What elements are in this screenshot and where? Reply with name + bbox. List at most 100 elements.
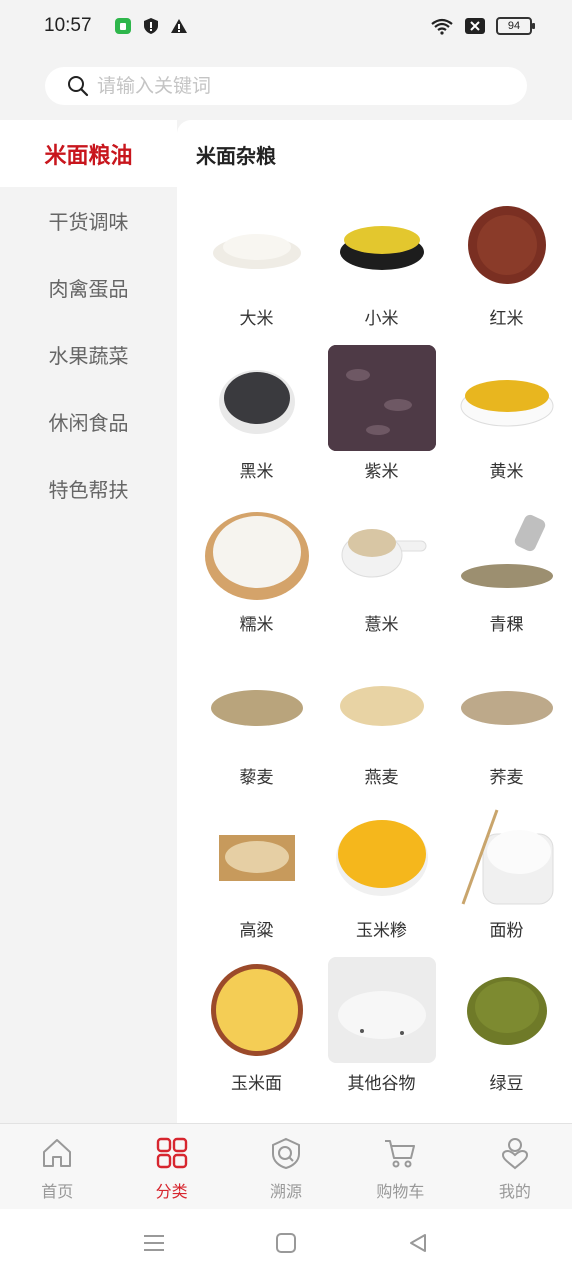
product-item[interactable]: 面粉 (444, 804, 569, 957)
status-bar: 10:57 94 (0, 0, 572, 52)
section-title: 米面杂粮 (196, 144, 276, 168)
search-input[interactable] (97, 75, 457, 97)
search-bar[interactable] (45, 67, 527, 105)
trace-icon (269, 1136, 303, 1174)
product-name: 红米 (489, 309, 524, 329)
product-item[interactable]: 薏米 (319, 498, 444, 651)
product-image (453, 345, 561, 451)
product-name: 绿豆 (489, 1074, 524, 1094)
product-name: 糯米 (239, 615, 274, 635)
sidebar-item-label: 水果蔬菜 (48, 344, 129, 368)
product-name: 紫米 (364, 462, 399, 482)
product-name: 玉米糁 (356, 921, 407, 941)
sidebar-item-special-aid[interactable]: 特色帮扶 (0, 455, 177, 522)
sidebar-item-label: 休闲食品 (48, 411, 129, 435)
sidebar-item-label: 特色帮扶 (48, 478, 129, 502)
product-image (453, 957, 561, 1063)
product-image (328, 804, 436, 910)
product-name: 燕麦 (364, 768, 399, 788)
product-image (453, 498, 561, 604)
category-icon (155, 1136, 189, 1174)
product-image (327, 345, 436, 451)
home-icon (40, 1136, 74, 1174)
product-item[interactable]: 荞麦 (444, 651, 569, 804)
sidebar-item-label: 肉禽蛋品 (48, 277, 129, 301)
product-image (453, 651, 561, 757)
product-item[interactable]: 玉米面 (194, 957, 319, 1110)
tab-category[interactable]: 分类 (114, 1124, 228, 1209)
sidebar-item-fruit-veg[interactable]: 水果蔬菜 (0, 321, 177, 388)
product-item[interactable]: 高粱 (194, 804, 319, 957)
wifi-icon (430, 17, 454, 35)
product-image (203, 498, 311, 604)
product-image (453, 192, 561, 298)
product-image (203, 192, 311, 298)
product-name: 玉米面 (231, 1074, 282, 1094)
shield-icon (142, 17, 160, 35)
profile-icon (498, 1136, 532, 1174)
product-name: 藜麦 (239, 768, 274, 788)
sidebar-item-grain-oil[interactable]: 米面粮油 (0, 120, 177, 187)
product-name: 面粉 (489, 921, 524, 941)
category-sidebar: 米面粮油 干货调味 肉禽蛋品 水果蔬菜 休闲食品 特色帮扶 (0, 120, 177, 1123)
tab-home[interactable]: 首页 (0, 1124, 114, 1209)
sidebar-item-label: 米面粮油 (44, 143, 133, 169)
product-item[interactable]: 紫米 (319, 345, 444, 498)
product-name: 青稞 (489, 615, 524, 635)
product-item[interactable]: 玉米糁 (319, 804, 444, 957)
tab-profile[interactable]: 我的 (458, 1124, 572, 1209)
product-name: 小米 (364, 309, 399, 329)
product-image (328, 498, 436, 604)
battery-icon: 94 (496, 17, 535, 35)
sidebar-item-label: 干货调味 (48, 210, 129, 234)
tab-trace[interactable]: 溯源 (229, 1124, 343, 1209)
sidebar-item-snacks[interactable]: 休闲食品 (0, 388, 177, 455)
product-item[interactable]: 其他谷物 (319, 957, 444, 1110)
app-icon (114, 17, 132, 35)
tab-cart[interactable]: 购物车 (343, 1124, 457, 1209)
product-item[interactable]: 燕麦 (319, 651, 444, 804)
product-item[interactable]: 青稞 (444, 498, 569, 651)
product-name: 高粱 (239, 921, 274, 941)
tab-label: 我的 (498, 1181, 531, 1201)
product-item[interactable]: 糯米 (194, 498, 319, 651)
product-name: 荞麦 (489, 768, 524, 788)
product-grid: 大米 小米 红米 黑米 紫米 黄米 糯米 薏米 青稞 藜麦 燕麦 荞麦 高粱 玉… (194, 192, 569, 1110)
status-time: 10:57 (44, 15, 92, 36)
product-image (328, 651, 436, 757)
sidebar-item-dried-seasoning[interactable]: 干货调味 (0, 187, 177, 254)
product-item[interactable]: 藜麦 (194, 651, 319, 804)
sim-off-icon (464, 17, 486, 35)
category-content: 米面杂粮 大米 小米 红米 黑米 紫米 黄米 糯米 薏米 青稞 藜麦 燕麦 荞麦… (177, 120, 572, 1123)
warning-icon (170, 17, 188, 35)
home-nav-icon[interactable] (275, 1232, 297, 1258)
search-icon (67, 75, 89, 97)
bottom-tab-bar: 首页 分类 溯源 购物车 我的 (0, 1123, 572, 1209)
system-nav-bar (0, 1209, 572, 1280)
tab-label: 首页 (41, 1181, 74, 1201)
product-name: 黄米 (489, 462, 524, 482)
back-nav-icon[interactable] (407, 1232, 429, 1258)
product-name: 其他谷物 (347, 1074, 416, 1094)
product-image (328, 192, 436, 298)
product-image (203, 804, 311, 910)
product-image (203, 651, 311, 757)
cart-icon (383, 1136, 417, 1174)
product-image (327, 957, 436, 1063)
sidebar-item-meat-eggs[interactable]: 肉禽蛋品 (0, 254, 177, 321)
product-name: 黑米 (239, 462, 274, 482)
product-item[interactable]: 绿豆 (444, 957, 569, 1110)
product-item[interactable]: 小米 (319, 192, 444, 345)
tab-label: 购物车 (376, 1181, 425, 1201)
product-item[interactable]: 黑米 (194, 345, 319, 498)
product-name: 薏米 (364, 615, 399, 635)
product-item[interactable]: 大米 (194, 192, 319, 345)
product-name: 大米 (239, 309, 274, 329)
product-item[interactable]: 红米 (444, 192, 569, 345)
product-image (203, 345, 311, 451)
menu-nav-icon[interactable] (143, 1233, 165, 1257)
product-image (453, 804, 561, 910)
product-item[interactable]: 黄米 (444, 345, 569, 498)
tab-label: 分类 (155, 1181, 188, 1201)
tab-label: 溯源 (270, 1181, 303, 1201)
